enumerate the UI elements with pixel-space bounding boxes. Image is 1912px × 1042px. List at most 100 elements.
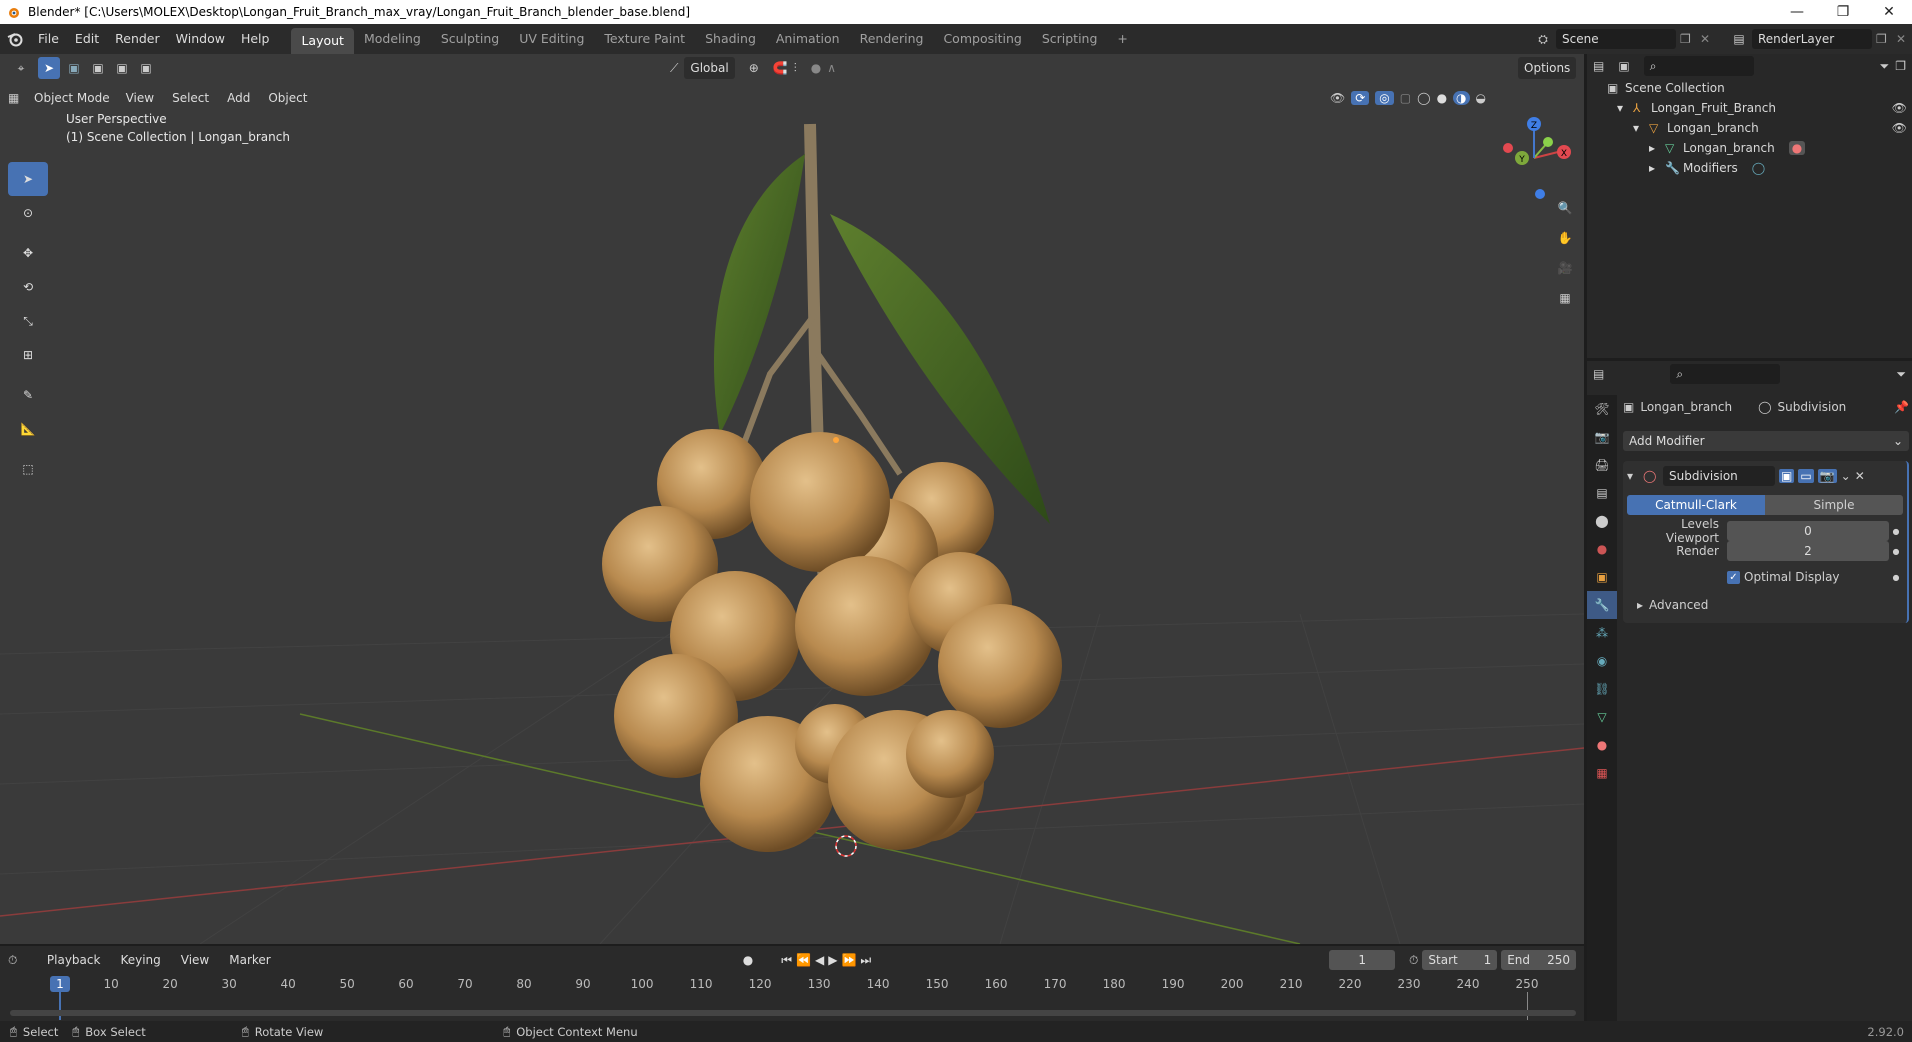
close-button[interactable]: ✕ bbox=[1866, 4, 1912, 20]
collapse-arrow-icon[interactable]: ▸ bbox=[1649, 161, 1665, 175]
jump-end-icon[interactable]: ⏭ bbox=[860, 953, 871, 968]
menu-file[interactable]: File bbox=[30, 24, 67, 54]
select-tool-icon[interactable]: ➤ bbox=[38, 57, 60, 79]
transform-tool-icon[interactable]: ⊞ bbox=[8, 338, 48, 372]
filter-icon[interactable]: ⏷ bbox=[1880, 59, 1890, 74]
render-levels-field[interactable]: 2 bbox=[1727, 541, 1889, 561]
physics-tab-icon[interactable]: ◉ bbox=[1587, 647, 1617, 675]
viewport-menu-object[interactable]: Object bbox=[260, 87, 315, 109]
transform-orientation-dropdown[interactable]: Global bbox=[684, 57, 735, 79]
xray-icon[interactable]: ▢ bbox=[1400, 91, 1411, 105]
menu-window[interactable]: Window bbox=[168, 24, 233, 54]
cursor-tool-icon[interactable]: ⊙ bbox=[8, 196, 48, 230]
catmull-clark-button[interactable]: Catmull-Clark bbox=[1627, 495, 1765, 515]
overlay-toggle-icon[interactable]: ◎ bbox=[1375, 91, 1394, 105]
options-dropdown[interactable]: Options bbox=[1518, 57, 1577, 79]
eye-icon[interactable]: 👁 bbox=[1892, 101, 1907, 115]
render-layer-icon[interactable]: ▤ bbox=[1726, 32, 1752, 46]
menu-render[interactable]: Render bbox=[107, 24, 168, 54]
3d-viewport[interactable]: ⌖ ➤ ▣ ▣ ▣ ▣ ⟋ Global ⊕ 🧲 ⫶ ● ∧ Options ▦… bbox=[0, 54, 1584, 944]
collapse-arrow-icon[interactable]: ▸ bbox=[1637, 598, 1643, 612]
render-toggle-icon[interactable]: 📷 bbox=[1817, 469, 1837, 483]
menu-help[interactable]: Help bbox=[233, 24, 278, 54]
outliner-display-mode-icon[interactable]: ▣ bbox=[1618, 59, 1629, 73]
editor-type-icon[interactable]: ⌖ bbox=[8, 57, 34, 79]
expand-arrow-icon[interactable]: ▾ bbox=[1633, 121, 1649, 135]
new-collection-icon[interactable]: ❐ bbox=[1895, 59, 1906, 73]
collapse-arrow-icon[interactable]: ▸ bbox=[1649, 141, 1665, 155]
texture-tab-icon[interactable]: ▦ bbox=[1587, 759, 1617, 787]
viewport-menu-view[interactable]: View bbox=[118, 87, 162, 109]
scale-tool-icon[interactable]: ⤡ bbox=[8, 304, 48, 338]
new-layer-icon[interactable]: ❐ bbox=[1876, 32, 1896, 46]
outliner-search-input[interactable]: ⌕ bbox=[1643, 56, 1754, 76]
expand-arrow-icon[interactable]: ▾ bbox=[1617, 101, 1633, 115]
add-workspace-button[interactable]: + bbox=[1107, 27, 1137, 51]
outliner-row-mesh-data[interactable]: ▸ ▽ Longan_branch ● bbox=[1607, 138, 1907, 158]
tab-scripting[interactable]: Scripting bbox=[1032, 27, 1108, 51]
data-tab-icon[interactable]: ▽ bbox=[1587, 703, 1617, 731]
current-frame-field[interactable]: 1 bbox=[1329, 950, 1396, 970]
menu-edit[interactable]: Edit bbox=[67, 24, 107, 54]
rotate-tool-icon[interactable]: ⟲ bbox=[8, 270, 48, 304]
select-mode-subtract-icon[interactable]: ▣ bbox=[112, 57, 132, 79]
outliner-editor-icon[interactable]: ▤ bbox=[1593, 59, 1604, 73]
tab-texture-paint[interactable]: Texture Paint bbox=[594, 27, 695, 51]
tab-layout[interactable]: Layout bbox=[291, 28, 354, 54]
simple-button[interactable]: Simple bbox=[1765, 495, 1903, 515]
timeline-menu-view[interactable]: View bbox=[173, 949, 217, 971]
timeline-editor-icon[interactable]: ⏱ bbox=[8, 953, 35, 968]
outliner-row-object[interactable]: ▾ ▽ Longan_branch 👁 bbox=[1607, 118, 1907, 138]
jump-start-icon[interactable]: ⏮ bbox=[781, 953, 792, 968]
material-tab-icon[interactable]: ● bbox=[1587, 731, 1617, 759]
outliner-row-modifiers[interactable]: ▸ 🔧 Modifiers ◯ bbox=[1607, 158, 1907, 178]
modifier-name-input[interactable]: Subdivision bbox=[1663, 466, 1775, 486]
advanced-subpanel[interactable]: ▸ Advanced bbox=[1627, 595, 1903, 615]
playhead[interactable]: 1 bbox=[50, 976, 70, 992]
render-tab-icon[interactable]: 📷 bbox=[1587, 423, 1617, 451]
pan-hand-icon[interactable]: ✋ bbox=[1552, 227, 1578, 249]
gizmo-toggle-icon[interactable]: ⟳ bbox=[1351, 91, 1370, 105]
tab-animation[interactable]: Animation bbox=[766, 27, 850, 51]
blender-menu-icon[interactable] bbox=[0, 31, 30, 47]
end-frame-field[interactable]: End 250 bbox=[1501, 950, 1577, 970]
viewport-toggle-icon[interactable]: ▭ bbox=[1798, 469, 1814, 483]
move-tool-icon[interactable]: ✥ bbox=[8, 236, 48, 270]
proportional-falloff-icon[interactable]: ∧ bbox=[827, 61, 836, 75]
next-keyframe-icon[interactable]: ⏩ bbox=[841, 953, 856, 967]
pin-icon[interactable]: 📌 bbox=[1894, 400, 1909, 414]
scene-field[interactable]: Scene bbox=[1556, 29, 1676, 49]
select-mode-extend-icon[interactable]: ▣ bbox=[88, 57, 108, 79]
view-layer-tab-icon[interactable]: ▤ bbox=[1587, 479, 1617, 507]
properties-search-input[interactable]: ⌕ bbox=[1670, 364, 1781, 384]
viewport-menu-select[interactable]: Select bbox=[164, 87, 217, 109]
outliner-row-scene-collection[interactable]: ▣ Scene Collection bbox=[1607, 78, 1907, 98]
tab-compositing[interactable]: Compositing bbox=[933, 27, 1031, 51]
camera-view-icon[interactable]: 🎥 bbox=[1552, 257, 1578, 279]
annotate-tool-icon[interactable]: ✎ bbox=[8, 378, 48, 412]
viewport-menu-add[interactable]: Add bbox=[219, 87, 258, 109]
particles-tab-icon[interactable]: ⁂ bbox=[1587, 619, 1617, 647]
pivot-icon[interactable]: ⊕ bbox=[749, 61, 759, 75]
mode-dropdown[interactable]: Object Mode bbox=[28, 87, 116, 109]
new-scene-icon[interactable]: ❐ bbox=[1680, 32, 1700, 46]
restore-button[interactable]: ❐ bbox=[1820, 4, 1866, 20]
levels-viewport-field[interactable]: 0 bbox=[1727, 521, 1889, 541]
timeline-scrollbar[interactable] bbox=[10, 1010, 1576, 1016]
add-cube-tool-icon[interactable]: ⬚ bbox=[8, 452, 48, 486]
tool-tab-icon[interactable]: 🛠 bbox=[1587, 395, 1617, 423]
snap-target-icon[interactable]: ⫶ bbox=[794, 61, 797, 76]
select-mode-new-icon[interactable]: ▣ bbox=[64, 57, 84, 79]
preview-range-icon[interactable]: ⏱ bbox=[1409, 953, 1418, 968]
timeline-menu-marker[interactable]: Marker bbox=[221, 949, 278, 971]
record-icon[interactable]: ● bbox=[743, 953, 753, 967]
world-tab-icon[interactable]: ● bbox=[1587, 535, 1617, 563]
optimal-display-checkbox[interactable]: ✓ bbox=[1727, 570, 1740, 584]
play-icon[interactable]: ▶ bbox=[828, 953, 837, 967]
properties-editor-icon[interactable]: ▤ bbox=[1593, 367, 1604, 381]
frame-ruler[interactable]: 1102030405060708090100110120130140150160… bbox=[0, 974, 1584, 994]
solid-shading-icon[interactable]: ● bbox=[1437, 91, 1447, 105]
prev-keyframe-icon[interactable]: ⏪ bbox=[796, 953, 811, 967]
proportional-edit-icon[interactable]: ● bbox=[811, 61, 821, 75]
remove-scene-icon[interactable]: ✕ bbox=[1700, 32, 1720, 46]
